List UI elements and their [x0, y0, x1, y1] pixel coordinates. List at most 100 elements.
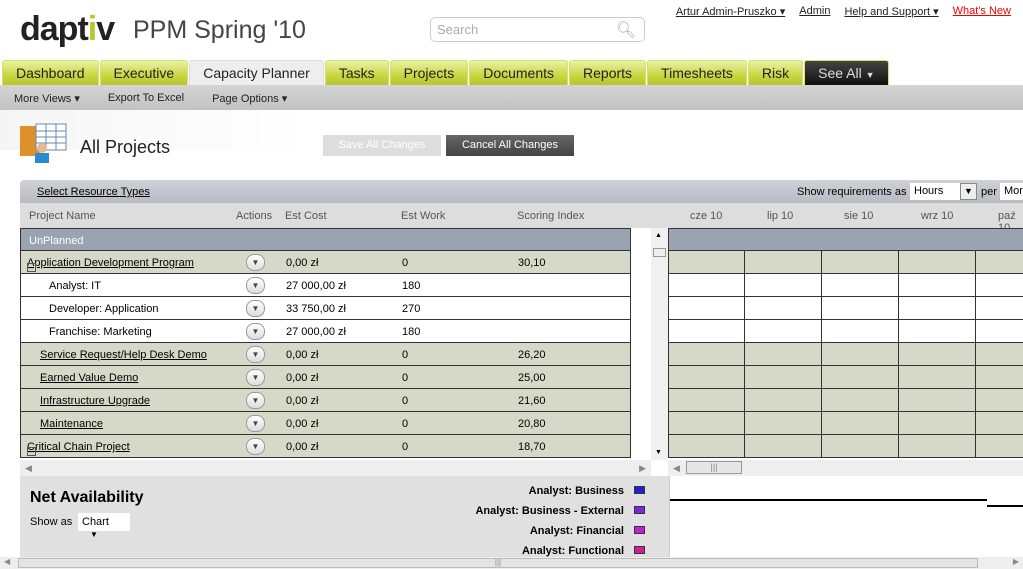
search-icon[interactable]: 🔍︎ [616, 20, 636, 40]
actions-dropdown-icon[interactable]: ▼ [246, 438, 265, 455]
select-resource-types-link[interactable]: Select Resource Types [37, 186, 150, 198]
timeline-cell[interactable] [976, 343, 1023, 366]
timeline-horizontal-scrollbar[interactable]: ◀ ||| [668, 460, 1023, 476]
actions-dropdown-icon[interactable]: ▼ [246, 254, 265, 271]
whats-new-link[interactable]: What's New [953, 5, 1011, 18]
timeline-cell[interactable] [745, 320, 822, 343]
user-menu[interactable]: Artur Admin-Pruszko ▾ [676, 5, 785, 18]
actions-dropdown-icon[interactable]: ▼ [246, 392, 265, 409]
more-views-menu[interactable]: More Views ▾ [14, 92, 80, 105]
timeline-cell[interactable] [745, 435, 822, 458]
timeline-cell[interactable] [668, 435, 745, 458]
timeline-cell[interactable] [745, 389, 822, 412]
tab-reports[interactable]: Reports [569, 60, 647, 85]
timeline-cell[interactable] [745, 366, 822, 389]
timeline-cell[interactable] [899, 389, 976, 412]
timeline-cell[interactable] [899, 274, 976, 297]
timeline-cell[interactable] [745, 274, 822, 297]
actions-dropdown-icon[interactable]: ▼ [246, 369, 265, 386]
table-row: Service Request/Help Desk Demo ▼ 0,00 zł 0 2… [20, 343, 631, 366]
tab-dashboard[interactable]: Dashboard [2, 60, 99, 85]
timeline-cell[interactable] [668, 297, 745, 320]
collapse-icon[interactable]: – [27, 263, 36, 272]
timeline-cell[interactable] [745, 297, 822, 320]
col-project-name[interactable]: Project Name [29, 210, 96, 222]
project-link[interactable]: Critical Chain Project [27, 441, 130, 453]
col-est-cost[interactable]: Est Cost [285, 210, 327, 222]
timeline-cell[interactable] [745, 251, 822, 274]
project-link[interactable]: Infrastructure Upgrade [40, 395, 150, 407]
search-input[interactable]: Search 🔍︎ [430, 17, 645, 42]
actions-dropdown-icon[interactable]: ▼ [246, 346, 265, 363]
timeline-cell[interactable] [668, 320, 745, 343]
actions-dropdown-icon[interactable]: ▼ [246, 415, 265, 432]
show-as-select[interactable]: Chart ▼ [78, 513, 130, 539]
tab-projects[interactable]: Projects [389, 60, 469, 85]
timeline-cell[interactable] [976, 389, 1023, 412]
chevron-down-icon[interactable]: ▼ [960, 183, 977, 200]
legend-swatch [634, 526, 645, 534]
page-options-menu[interactable]: Page Options ▾ [212, 92, 287, 105]
timeline-cell[interactable] [822, 435, 899, 458]
timeline-cell[interactable] [822, 389, 899, 412]
timeline-cell[interactable] [822, 297, 899, 320]
left-horizontal-scrollbar[interactable]: ◀ ▶ [20, 460, 651, 476]
timeline-cell[interactable] [745, 412, 822, 435]
timeline-cell[interactable] [899, 320, 976, 343]
vertical-scrollbar[interactable]: ▲ ▼ [651, 228, 668, 460]
timeline-cell[interactable] [899, 343, 976, 366]
timeline-cell[interactable] [822, 251, 899, 274]
save-all-button[interactable]: Save All Changes [323, 135, 441, 156]
project-link[interactable]: Application Development Program [27, 257, 194, 269]
admin-link[interactable]: Admin [799, 5, 830, 18]
timeline-cell[interactable] [668, 251, 745, 274]
timeline-cell[interactable] [822, 366, 899, 389]
timeline-cell[interactable] [899, 435, 976, 458]
timeline-cell[interactable] [822, 412, 899, 435]
timeline-cell[interactable] [822, 320, 899, 343]
timeline-cell[interactable] [976, 366, 1023, 389]
project-link[interactable]: Maintenance [40, 418, 103, 430]
tab-timesheets[interactable]: Timesheets [647, 60, 747, 85]
timeline-cell[interactable] [899, 412, 976, 435]
timeline-cell[interactable] [976, 320, 1023, 343]
tab-risk[interactable]: Risk [747, 60, 804, 85]
project-link[interactable]: Earned Value Demo [40, 372, 138, 384]
period-select[interactable]: Mor [1000, 183, 1023, 200]
col-est-work[interactable]: Est Work [401, 210, 445, 222]
timeline-cell[interactable] [668, 366, 745, 389]
timeline-cell[interactable] [899, 366, 976, 389]
est-cost: 27 000,00 zł [286, 280, 346, 292]
timeline-cell[interactable] [745, 343, 822, 366]
tab-see-all[interactable]: See All ▼ [804, 60, 889, 85]
export-excel-button[interactable]: Export To Excel [108, 92, 184, 104]
project-link[interactable]: Service Request/Help Desk Demo [40, 349, 207, 361]
est-work: 0 [402, 372, 409, 384]
tab-capacity-planner[interactable]: Capacity Planner [189, 60, 324, 85]
timeline-cell[interactable] [668, 412, 745, 435]
timeline-cell[interactable] [668, 389, 745, 412]
help-menu[interactable]: Help and Support ▾ [844, 5, 938, 18]
tab-documents[interactable]: Documents [469, 60, 569, 85]
tab-executive[interactable]: Executive [99, 60, 189, 85]
timeline-cell[interactable] [822, 343, 899, 366]
timeline-cell[interactable] [899, 251, 976, 274]
timeline-cell[interactable] [976, 274, 1023, 297]
actions-dropdown-icon[interactable]: ▼ [246, 277, 265, 294]
cancel-all-button[interactable]: Cancel All Changes [446, 135, 574, 156]
page-horizontal-scrollbar[interactable]: ◀ ||| ▶ [0, 557, 1023, 569]
timeline-cell[interactable] [976, 251, 1023, 274]
per-label: per [981, 186, 997, 198]
actions-dropdown-icon[interactable]: ▼ [246, 300, 265, 317]
col-scoring-index[interactable]: Scoring Index [517, 210, 584, 222]
tab-tasks[interactable]: Tasks [324, 60, 389, 85]
timeline-cell[interactable] [899, 297, 976, 320]
timeline-cell[interactable] [976, 412, 1023, 435]
timeline-cell[interactable] [668, 343, 745, 366]
timeline-cell[interactable] [976, 297, 1023, 320]
timeline-cell[interactable] [822, 274, 899, 297]
timeline-cell[interactable] [668, 274, 745, 297]
collapse-icon[interactable]: – [27, 447, 36, 456]
actions-dropdown-icon[interactable]: ▼ [246, 323, 265, 340]
timeline-cell[interactable] [976, 435, 1023, 458]
